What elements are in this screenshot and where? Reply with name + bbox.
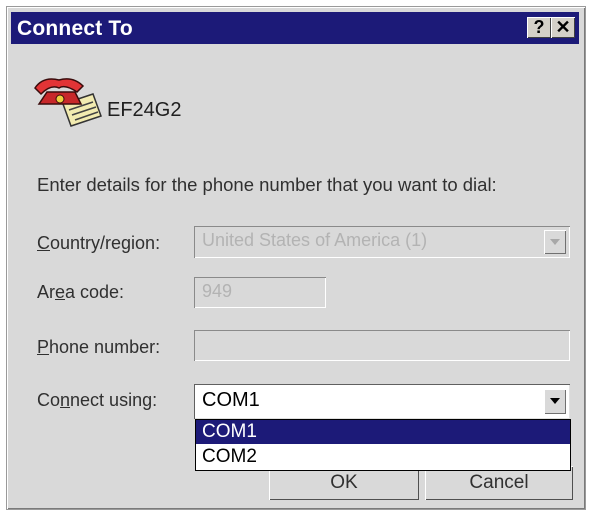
country-region-label: Country/region:: [37, 233, 161, 253]
phone-number-input[interactable]: [194, 330, 570, 361]
connect-using-options: COM1 COM2: [195, 419, 571, 471]
connect-using-label: Connect using:: [37, 390, 158, 410]
instructions-text: Enter details for the phone number that …: [37, 174, 497, 195]
area-code-value: 949: [202, 281, 233, 301]
connect-to-dialog: Connect To ? ✕ EF24G2 Enter details for …: [6, 6, 586, 510]
telephone-icon: [34, 78, 102, 127]
cancel-button[interactable]: Cancel: [425, 466, 573, 500]
chevron-down-icon: [550, 239, 560, 245]
country-region-value: United States of America (1): [202, 230, 428, 250]
phone-number-label: Phone number:: [37, 337, 161, 357]
ok-button[interactable]: OK: [269, 466, 419, 500]
connect-using-value: COM1: [202, 389, 260, 411]
connect-using-dropdown-button[interactable]: [544, 389, 566, 414]
country-region-select[interactable]: United States of America (1): [194, 226, 570, 258]
connect-using-select[interactable]: COM1: [194, 384, 570, 419]
connection-name: EF24G2: [107, 99, 182, 121]
close-icon: ✕: [555, 17, 571, 37]
country-dropdown-button[interactable]: [544, 230, 566, 254]
area-code-input[interactable]: 949: [194, 277, 326, 308]
area-code-label: Area code:: [37, 282, 125, 302]
chevron-down-icon: [550, 398, 560, 404]
dialog-title: Connect To: [17, 17, 133, 40]
title-bar[interactable]: Connect To ? ✕: [11, 12, 579, 44]
option-com2[interactable]: COM2: [196, 445, 570, 469]
help-button[interactable]: ?: [527, 17, 551, 38]
close-button[interactable]: ✕: [551, 17, 575, 38]
option-com1[interactable]: COM1: [196, 420, 570, 444]
